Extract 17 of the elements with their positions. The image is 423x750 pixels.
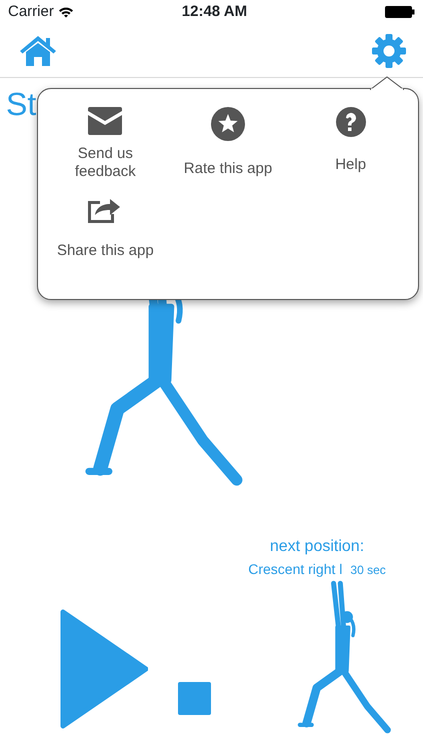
menu-item[interactable]: Help: [289, 107, 412, 189]
home-icon[interactable]: [20, 36, 56, 66]
carrier-name: Carrier: [8, 2, 54, 22]
battery-icon: [385, 6, 415, 18]
play-button[interactable]: [60, 609, 148, 729]
pose-duration: 30 sec: [350, 562, 386, 579]
next-position-label: next position:: [270, 537, 364, 557]
menu-item[interactable]: Send us feedback: [44, 107, 167, 189]
help-icon: [336, 107, 366, 137]
menu-item[interactable]: Rate this app: [166, 107, 290, 189]
wifi-icon: [58, 6, 74, 18]
clock-time: 12:48 AM: [182, 2, 248, 22]
screen-title: St: [6, 88, 38, 120]
menu-item[interactable]: Share this app: [44, 195, 167, 271]
next-pose-name: Crescent right l: [248, 560, 342, 579]
envelope-icon: [88, 107, 122, 135]
settings-icon[interactable]: [371, 32, 407, 68]
